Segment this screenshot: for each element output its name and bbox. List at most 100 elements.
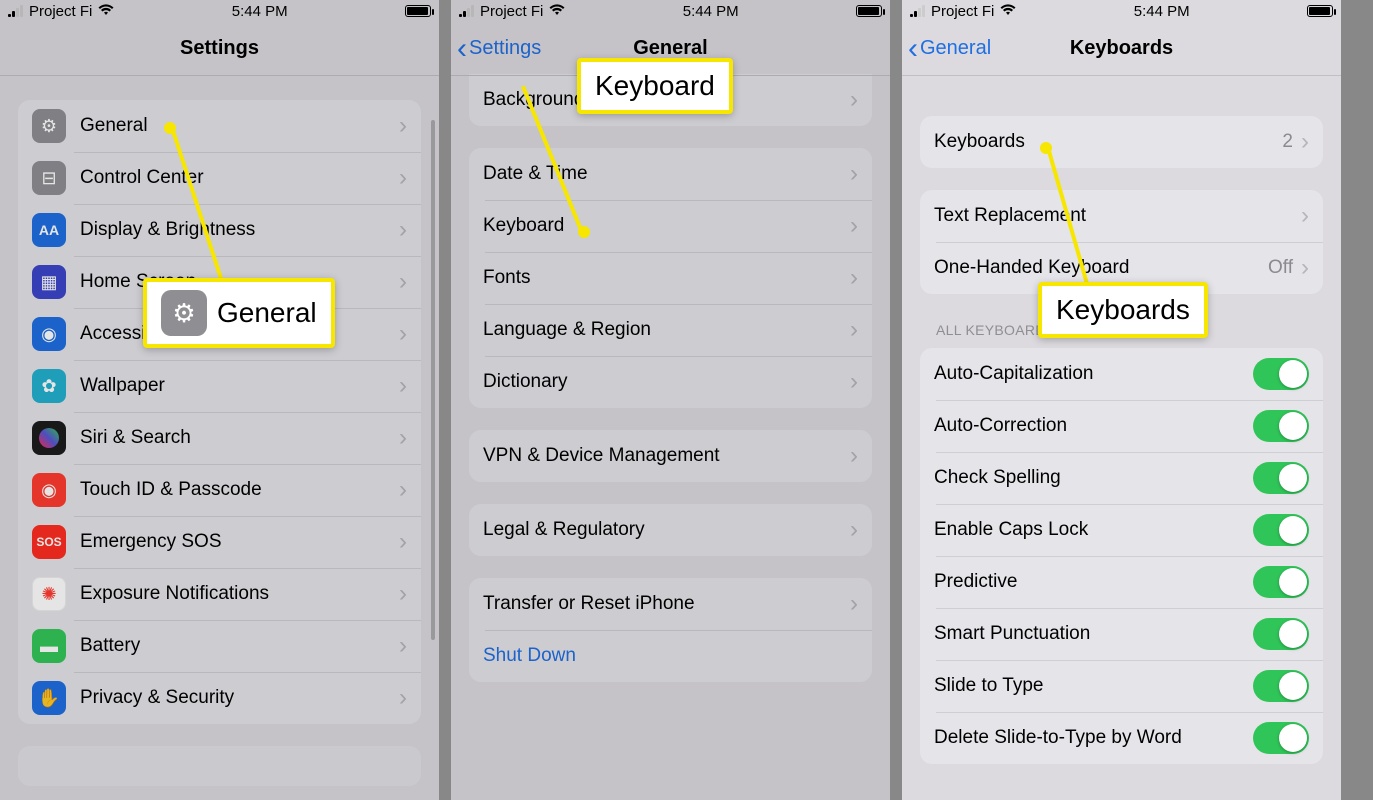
signal-icon [459,5,474,17]
callout-label: Keyboard [595,70,715,102]
toggle-delete-slide[interactable] [1253,722,1309,754]
row-dictionary[interactable]: Dictionary › [469,356,872,408]
row-predictive: Predictive [920,556,1323,608]
chevron-left-icon: ‹ [457,34,467,64]
chevron-right-icon: › [850,160,858,188]
row-label: Smart Punctuation [934,623,1253,645]
row-label: Enable Caps Lock [934,519,1253,541]
callout-keyboards: Keyboards [1038,282,1208,338]
next-section-peek [18,746,421,786]
battery-icon [856,5,882,17]
toggle-autocorrect[interactable] [1253,410,1309,442]
hand-icon: ✋ [32,681,66,715]
chevron-right-icon: › [850,516,858,544]
toggle-smartpunc[interactable] [1253,618,1309,650]
row-label: Wallpaper [80,375,399,397]
row-display[interactable]: AA Display & Brightness › [18,204,421,256]
back-label: Settings [469,37,541,60]
row-label: Display & Brightness [80,219,399,241]
row-capslock: Enable Caps Lock [920,504,1323,556]
callout-label: General [217,297,317,329]
row-keyboards[interactable]: Keyboards 2 › [920,116,1323,168]
row-label: VPN & Device Management [483,445,850,467]
row-smartpunc: Smart Punctuation [920,608,1323,660]
row-label: Text Replacement [934,205,1301,227]
row-wallpaper[interactable]: ✿ Wallpaper › [18,360,421,412]
row-date-time[interactable]: Date & Time › [469,148,872,200]
row-privacy[interactable]: ✋ Privacy & Security › [18,672,421,724]
row-value: 2 [1282,131,1293,153]
row-label: Dictionary [483,371,850,393]
row-label: Touch ID & Passcode [80,479,399,501]
status-bar: Project Fi 5:44 PM [902,0,1341,22]
row-label: Delete Slide-to-Type by Word [934,727,1253,749]
toggle-slide[interactable] [1253,670,1309,702]
row-text-replacement[interactable]: Text Replacement › [920,190,1323,242]
chevron-left-icon: ‹ [908,34,918,64]
row-sos[interactable]: SOS Emergency SOS › [18,516,421,568]
sos-icon: SOS [32,525,66,559]
back-button[interactable]: ‹ General [908,22,991,75]
chevron-right-icon: › [399,372,407,400]
chevron-right-icon: › [1301,202,1309,230]
row-legal[interactable]: Legal & Regulatory › [469,504,872,556]
row-delete-slide: Delete Slide-to-Type by Word [920,712,1323,764]
chevron-right-icon: › [399,320,407,348]
carrier-label: Project Fi [931,3,994,20]
row-label: Control Center [80,167,399,189]
signal-icon [8,5,23,17]
chevron-right-icon: › [850,212,858,240]
annotation-dot [164,122,176,134]
scrollbar[interactable] [431,120,435,640]
row-control-center[interactable]: ⊟ Control Center › [18,152,421,204]
row-label: Date & Time [483,163,850,185]
row-vpn[interactable]: VPN & Device Management › [469,430,872,482]
row-label: Auto-Correction [934,415,1253,437]
row-autocorrect: Auto-Correction [920,400,1323,452]
row-transfer-reset[interactable]: Transfer or Reset iPhone › [469,578,872,630]
page-title: General [633,37,707,60]
exposure-icon: ✺ [32,577,66,611]
carrier-label: Project Fi [29,3,92,20]
row-slide: Slide to Type [920,660,1323,712]
chevron-right-icon: › [1301,128,1309,156]
row-label: Fonts [483,267,850,289]
row-touchid[interactable]: ◉ Touch ID & Passcode › [18,464,421,516]
row-shut-down[interactable]: Shut Down [469,630,872,682]
settings-list-section: ⚙ General › ⊟ Control Center › AA Displa… [18,100,421,724]
nav-bar: Settings [0,22,439,76]
row-language-region[interactable]: Language & Region › [469,304,872,356]
toggle-autocap[interactable] [1253,358,1309,390]
nav-bar: ‹ General Keyboards [902,22,1341,76]
row-label: Emergency SOS [80,531,399,553]
chevron-right-icon: › [399,632,407,660]
toggle-predictive[interactable] [1253,566,1309,598]
carrier-label: Project Fi [480,3,543,20]
toggle-spelling[interactable] [1253,462,1309,494]
row-battery[interactable]: ▬ Battery › [18,620,421,672]
chevron-right-icon: › [399,164,407,192]
row-exposure[interactable]: ✺ Exposure Notifications › [18,568,421,620]
chevron-right-icon: › [399,112,407,140]
row-general[interactable]: ⚙ General › [18,100,421,152]
row-label: Transfer or Reset iPhone [483,593,850,615]
toggle-capslock[interactable] [1253,514,1309,546]
page-title: Keyboards [1070,37,1173,60]
fingerprint-icon: ◉ [32,473,66,507]
row-label: Exposure Notifications [80,583,399,605]
time-label: 5:44 PM [683,3,739,20]
status-bar: Project Fi 5:44 PM [451,0,890,22]
row-fonts[interactable]: Fonts › [469,252,872,304]
siri-icon [32,421,66,455]
callout-keyboard: Keyboard [577,58,733,114]
row-label: Keyboard [483,215,850,237]
back-button[interactable]: ‹ Settings [457,22,541,75]
display-icon: AA [32,213,66,247]
back-label: General [920,37,991,60]
row-spelling: Check Spelling [920,452,1323,504]
row-keyboard[interactable]: Keyboard › [469,200,872,252]
chevron-right-icon: › [399,684,407,712]
time-label: 5:44 PM [1134,3,1190,20]
row-siri[interactable]: Siri & Search › [18,412,421,464]
annotation-dot [578,226,590,238]
